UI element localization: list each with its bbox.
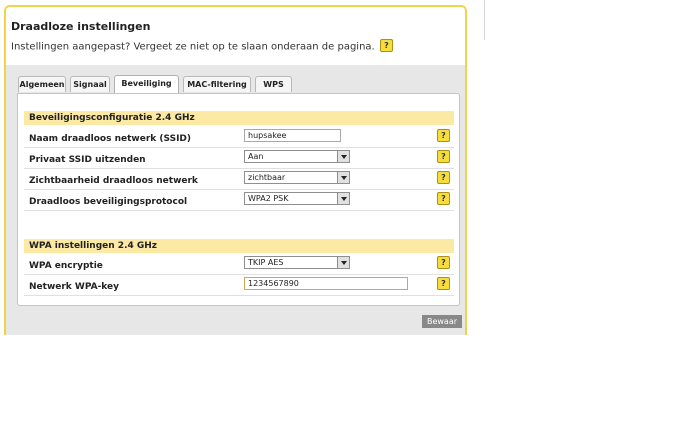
protocol-value: WPA2 PSK [248,194,289,203]
page-title: Draadloze instellingen [11,20,151,33]
page-subtitle: Instellingen aangepast? Vergeet ze niet … [11,39,393,53]
help-icon[interactable]: ? [437,150,450,163]
tab-beveiliging[interactable]: Beveiliging [114,75,179,93]
wpa-encryption-select[interactable]: TKIP AES [244,256,350,269]
private-ssid-row: Privaat SSID uitzenden Aan ? [24,148,454,169]
ssid-row: Naam draadloos netwerk (SSID) hupsakee ? [24,127,454,148]
settings-area: Algemeen Signaal Beveiliging MAC-filteri… [6,65,465,335]
wpa-encryption-row: WPA encryptie TKIP AES ? [24,254,454,275]
tab-algemeen[interactable]: Algemeen [18,76,66,92]
wpa-encryption-label: WPA encryptie [29,261,103,271]
protocol-row: Draadloos beveiligingsprotocol WPA2 PSK … [24,190,454,211]
chevron-down-icon[interactable] [337,151,349,162]
help-icon[interactable]: ? [437,192,450,205]
visibility-row: Zichtbaarheid draadloos netwerk zichtbaa… [24,169,454,190]
wpa-encryption-value: TKIP AES [248,258,284,267]
visibility-label: Zichtbaarheid draadloos netwerk [29,176,198,186]
private-ssid-label: Privaat SSID uitzenden [29,155,146,165]
wpa-key-input[interactable]: 1234567890 [244,277,408,290]
ssid-input[interactable]: hupsakee [244,129,341,142]
wpa-key-label: Netwerk WPA-key [29,282,120,292]
save-button[interactable]: Bewaar [422,315,462,328]
protocol-label: Draadloos beveiligingsprotocol [29,197,188,207]
tab-mac-filtering[interactable]: MAC-filtering [183,76,251,92]
panel-header: Draadloze instellingen Instellingen aang… [6,7,465,65]
chevron-down-icon[interactable] [337,257,349,268]
ssid-label: Naam draadloos netwerk (SSID) [29,134,191,144]
help-icon[interactable]: ? [437,171,450,184]
protocol-select[interactable]: WPA2 PSK [244,192,350,205]
tab-content-beveiliging: Beveiligingsconfiguratie 2.4 GHz Naam dr… [17,93,460,306]
page-divider [484,0,485,40]
private-ssid-value: Aan [248,152,264,161]
help-icon[interactable]: ? [379,39,393,52]
tab-wps[interactable]: WPS [255,76,292,92]
wpa-section-header: WPA instellingen 2.4 GHz [24,239,454,253]
chevron-down-icon[interactable] [337,193,349,204]
help-icon[interactable]: ? [437,277,450,290]
tab-signaal[interactable]: Signaal [70,76,110,92]
chevron-down-icon[interactable] [337,172,349,183]
visibility-select[interactable]: zichtbaar [244,171,350,184]
wireless-settings-panel: Draadloze instellingen Instellingen aang… [4,5,467,335]
help-icon[interactable]: ? [437,256,450,269]
private-ssid-select[interactable]: Aan [244,150,350,163]
subtitle-text: Instellingen aangepast? Vergeet ze niet … [11,41,375,53]
wpa-key-row: Netwerk WPA-key 1234567890 ? [24,275,454,296]
help-icon[interactable]: ? [437,129,450,142]
security-section-header: Beveiligingsconfiguratie 2.4 GHz [24,111,454,125]
visibility-value: zichtbaar [248,173,286,182]
